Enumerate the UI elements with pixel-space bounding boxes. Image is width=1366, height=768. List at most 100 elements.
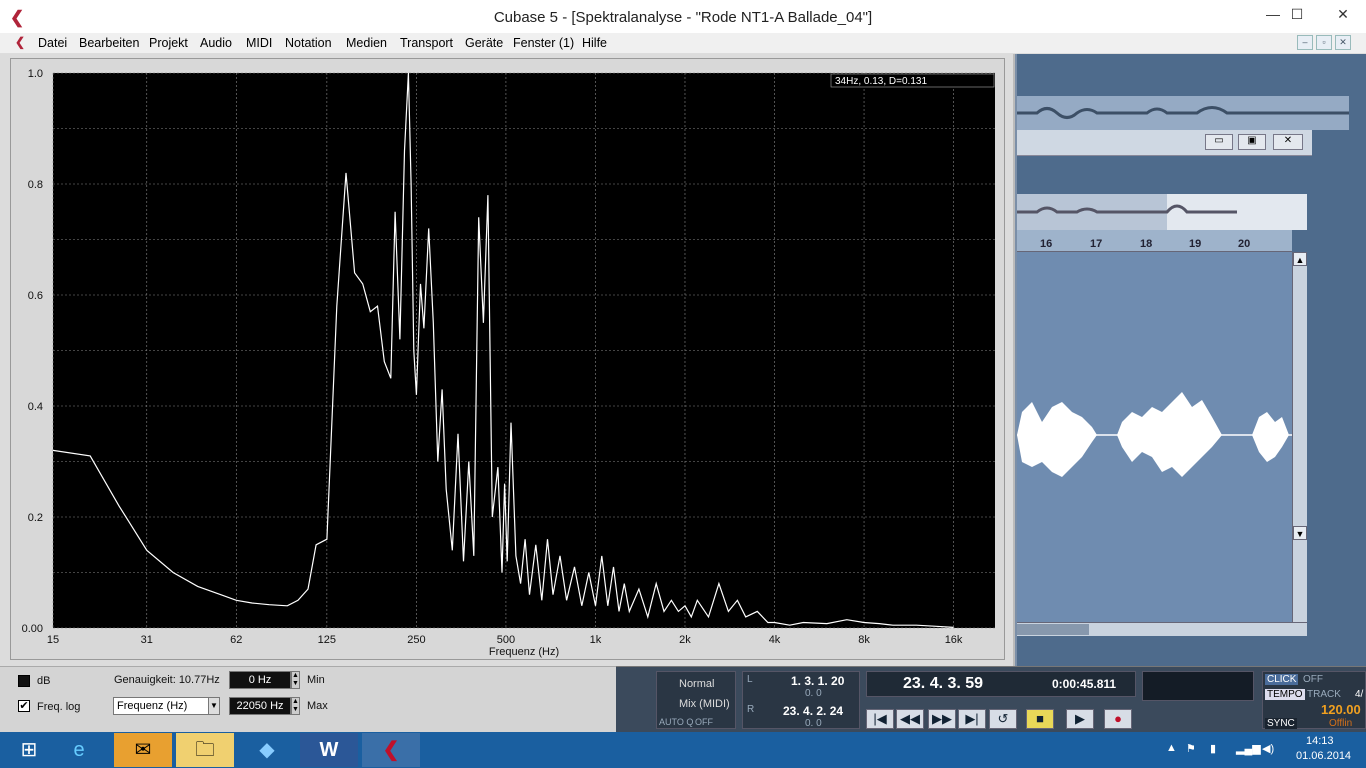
cursor-readout: 34Hz, 0.13, D=0.131: [835, 76, 927, 87]
scroll-down-button[interactable]: ▼: [1293, 526, 1307, 540]
file-explorer-icon[interactable]: 🗀: [176, 733, 234, 767]
mix-mode-label[interactable]: Mix (MIDI): [679, 698, 730, 710]
event-close-button[interactable]: ✕: [1273, 134, 1303, 150]
menu-datei[interactable]: Datei: [38, 36, 67, 50]
close-button[interactable]: ✕: [1320, 0, 1366, 30]
play-button[interactable]: ▶: [1066, 709, 1094, 729]
max-frequency-field[interactable]: 22050 Hz: [229, 697, 291, 715]
y-tick-label: 0.8: [28, 179, 43, 191]
scroll-up-button[interactable]: ▲: [1293, 252, 1307, 266]
spectrum-analysis-window: 15 31 62 125 250 500 1k 2k 4k 8k 16k 0.00 0.2 0.4 0.6 0…: [0, 54, 1015, 666]
ruler-mark: 19: [1189, 238, 1202, 250]
event-restore-button[interactable]: ▣: [1238, 134, 1266, 150]
freq-log-label: Freq. log: [37, 701, 81, 713]
locator-section: L 1. 3. 1. 20 0. 0 R 23. 4. 2. 24 0. 0: [742, 671, 860, 729]
y-tick-label: 0.6: [28, 290, 43, 302]
freq-log-checkbox[interactable]: ✔: [18, 700, 30, 712]
power-icon[interactable]: ▮: [1210, 742, 1216, 755]
vertical-scrollbar[interactable]: ▲ ▼: [1292, 252, 1307, 622]
timeline-ruler[interactable]: 16 17 18 19 20: [1017, 230, 1292, 252]
menu-notation[interactable]: Notation: [285, 36, 332, 50]
notepad-icon[interactable]: ◆: [238, 733, 296, 767]
x-tick-label: 2k: [679, 634, 691, 646]
right-locator-sub: 0. 0: [805, 718, 822, 729]
menu-geraete[interactable]: Geräte: [465, 36, 503, 50]
fast-forward-button[interactable]: ▶▶: [928, 709, 956, 729]
menu-midi[interactable]: MIDI: [246, 36, 272, 50]
db-checkbox[interactable]: [18, 675, 30, 687]
menu-projekt[interactable]: Projekt: [149, 36, 188, 50]
waveform-overview: [1017, 194, 1307, 230]
right-locator-value[interactable]: 23. 4. 2. 24: [783, 704, 843, 718]
record-mode-label[interactable]: Normal: [679, 678, 714, 690]
x-tick-label: 8k: [858, 634, 870, 646]
sync-value: Offlin: [1329, 718, 1353, 729]
tempo-value[interactable]: 120.00: [1321, 702, 1361, 717]
max-label: Max: [307, 700, 328, 712]
cubase-taskbar-icon[interactable]: ❮: [362, 733, 420, 767]
word-icon[interactable]: W: [300, 733, 358, 767]
stop-button[interactable]: ■: [1026, 709, 1054, 729]
title-bar: ❮ Cubase 5 - [Spektralanalyse - "Rode NT…: [0, 0, 1366, 33]
clock-date[interactable]: 01.06.2014: [1296, 750, 1351, 762]
record-button[interactable]: ●: [1104, 709, 1132, 729]
x-tick-label: 1k: [590, 634, 602, 646]
mdi-restore-button[interactable]: ▫: [1316, 35, 1332, 50]
taskbar: ⊞ e ✉ 🗀 ◆ W ❮ ▲ ⚑ ▮ ▂▄▆ ◀) 14:13 01.06.2…: [0, 732, 1366, 768]
network-icon[interactable]: ▂▄▆: [1236, 742, 1261, 755]
right-locator-icon[interactable]: R: [747, 704, 754, 715]
rewind-button[interactable]: ◀◀: [896, 709, 924, 729]
time-signature[interactable]: 4/: [1355, 689, 1363, 700]
menu-audio[interactable]: Audio: [200, 36, 232, 50]
min-label: Min: [307, 674, 325, 686]
cycle-button[interactable]: ↺: [989, 709, 1017, 729]
go-to-start-button[interactable]: |◀: [866, 709, 894, 729]
max-stepper[interactable]: ▲ ▼: [291, 697, 300, 715]
left-locator-sub: 0. 0: [805, 688, 822, 699]
menu-hilfe[interactable]: Hilfe: [582, 36, 607, 50]
min-stepper[interactable]: ▲ ▼: [291, 671, 300, 689]
horizontal-scrollbar[interactable]: [1017, 622, 1307, 636]
cubase-doc-icon[interactable]: ❮: [15, 35, 25, 49]
event-minimize-button[interactable]: ▭: [1205, 134, 1233, 150]
flag-icon[interactable]: ⚑: [1186, 742, 1196, 755]
internet-explorer-icon[interactable]: e: [50, 733, 108, 767]
x-tick-label: 31: [141, 634, 153, 646]
menu-transport[interactable]: Transport: [400, 36, 453, 50]
menu-bar: ❮ Datei Bearbeiten Projekt Audio MIDI No…: [0, 33, 1366, 54]
ruler-mark: 18: [1140, 238, 1153, 250]
x-tick-label: 15: [47, 634, 59, 646]
menu-bearbeiten[interactable]: Bearbeiten: [79, 36, 139, 50]
time-position[interactable]: 0:00:45.811: [1052, 677, 1116, 691]
left-locator-icon[interactable]: L: [747, 674, 753, 685]
track-label: TRACK: [1307, 689, 1341, 700]
menu-medien[interactable]: Medien: [346, 36, 387, 50]
x-tick-label: 500: [497, 634, 515, 646]
menu-fenster[interactable]: Fenster (1): [513, 36, 574, 50]
clock-time[interactable]: 14:13: [1306, 735, 1334, 747]
sample-editor-waveform[interactable]: [1017, 252, 1292, 622]
accuracy-label: Genauigkeit: 10.77Hz: [114, 674, 220, 686]
x-tick-label: 16k: [945, 634, 963, 646]
chevron-down-icon[interactable]: ▼: [208, 697, 220, 715]
autoq-value[interactable]: OFF: [695, 717, 713, 727]
overview-track: [1017, 96, 1349, 130]
click-button[interactable]: CLICK: [1265, 674, 1299, 685]
volume-icon[interactable]: ◀): [1262, 742, 1274, 755]
scroll-thumb[interactable]: [1017, 624, 1089, 635]
left-locator-value[interactable]: 1. 3. 1. 20: [791, 674, 844, 688]
marker-dropdown[interactable]: [1142, 671, 1254, 701]
bar-position[interactable]: 23. 4. 3. 59: [903, 675, 983, 693]
mdi-minimize-button[interactable]: –: [1297, 35, 1313, 50]
position-display[interactable]: 23. 4. 3. 59 0:00:45.811: [866, 671, 1136, 697]
mdi-close-button[interactable]: ✕: [1335, 35, 1351, 50]
maximize-button[interactable]: ☐: [1280, 0, 1314, 30]
mode-select[interactable]: Frequenz (Hz): [113, 697, 211, 715]
sync-button[interactable]: SYNC: [1265, 718, 1297, 729]
outlook-icon[interactable]: ✉: [114, 733, 172, 767]
show-hidden-icons[interactable]: ▲: [1166, 742, 1177, 754]
project-window-area: ▭ ▣ ✕ 16 17 18 19 20 ▲ ▼: [1017, 54, 1366, 666]
min-frequency-field[interactable]: 0 Hz: [229, 671, 291, 689]
tempo-button[interactable]: TEMPO: [1265, 689, 1305, 700]
go-to-end-button[interactable]: ▶|: [958, 709, 986, 729]
